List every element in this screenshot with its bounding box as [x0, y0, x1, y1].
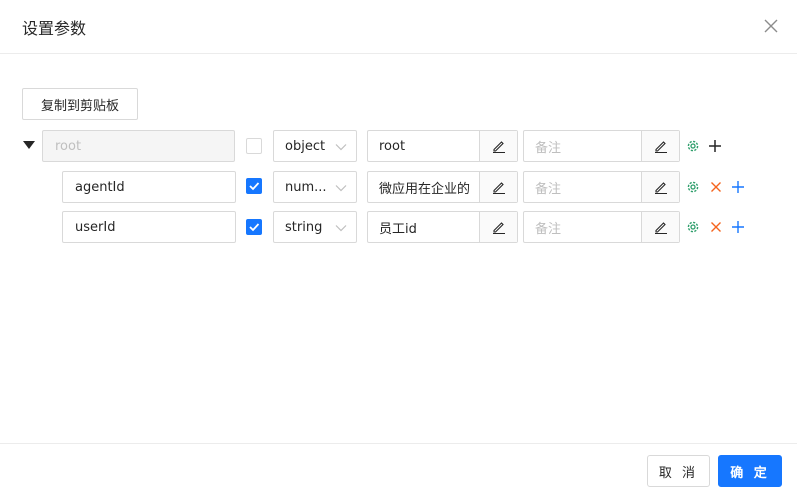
root-title-input[interactable]: root [367, 130, 518, 162]
userid-title-input[interactable]: 员工id [367, 211, 518, 243]
root-type-select[interactable]: object [273, 130, 357, 162]
agentid-remark-placeholder: 备注 [535, 181, 562, 197]
copy-to-clipboard-button[interactable]: 复制到剪贴板 [22, 88, 138, 120]
agentid-type-value: num... [285, 179, 327, 195]
edit-pen-icon[interactable] [641, 172, 679, 202]
close-icon[interactable] [759, 14, 783, 38]
chevron-down-icon [335, 225, 347, 232]
agentid-title-value: 微应用在企业的 [379, 181, 471, 197]
agentid-remark-input[interactable]: 备注 [523, 171, 680, 203]
userid-type-value: string [285, 219, 323, 235]
edit-pen-icon[interactable] [479, 212, 517, 242]
root-remark-placeholder: 备注 [535, 140, 562, 156]
userid-remark-input[interactable]: 备注 [523, 211, 680, 243]
collapse-caret-icon[interactable] [23, 141, 35, 149]
edit-pen-icon[interactable] [479, 131, 517, 161]
chevron-down-icon [335, 185, 347, 192]
delete-icon[interactable] [708, 219, 724, 235]
delete-icon[interactable] [708, 179, 724, 195]
gear-icon[interactable] [685, 219, 701, 235]
dialog-header: 设置参数 [0, 0, 797, 54]
dialog-title: 设置参数 [22, 19, 87, 38]
cancel-button[interactable]: 取 消 [647, 455, 710, 487]
plus-icon[interactable] [730, 219, 746, 235]
agentid-title-input[interactable]: 微应用在企业的 [367, 171, 518, 203]
userid-required-checkbox[interactable] [246, 219, 262, 235]
chevron-down-icon [335, 144, 347, 151]
plus-icon[interactable] [707, 138, 723, 154]
root-type-value: object [285, 138, 326, 154]
edit-pen-icon[interactable] [641, 131, 679, 161]
root-title-value: root [379, 138, 406, 154]
agentid-required-checkbox[interactable] [246, 178, 262, 194]
edit-pen-icon[interactable] [479, 172, 517, 202]
root-name-field: root [42, 130, 235, 162]
plus-icon[interactable] [730, 179, 746, 195]
userid-type-select[interactable]: string [273, 211, 357, 243]
root-required-checkbox[interactable] [246, 138, 262, 154]
gear-icon[interactable] [685, 179, 701, 195]
userid-title-value: 员工id [379, 221, 417, 237]
edit-pen-icon[interactable] [641, 212, 679, 242]
gear-icon[interactable] [685, 138, 701, 154]
userid-remark-placeholder: 备注 [535, 221, 562, 237]
agentid-name-field[interactable]: agentId [62, 171, 236, 203]
agentid-type-select[interactable]: num... [273, 171, 357, 203]
userid-name-field[interactable]: userId [62, 211, 236, 243]
confirm-button[interactable]: 确 定 [718, 455, 782, 487]
root-remark-input[interactable]: 备注 [523, 130, 680, 162]
